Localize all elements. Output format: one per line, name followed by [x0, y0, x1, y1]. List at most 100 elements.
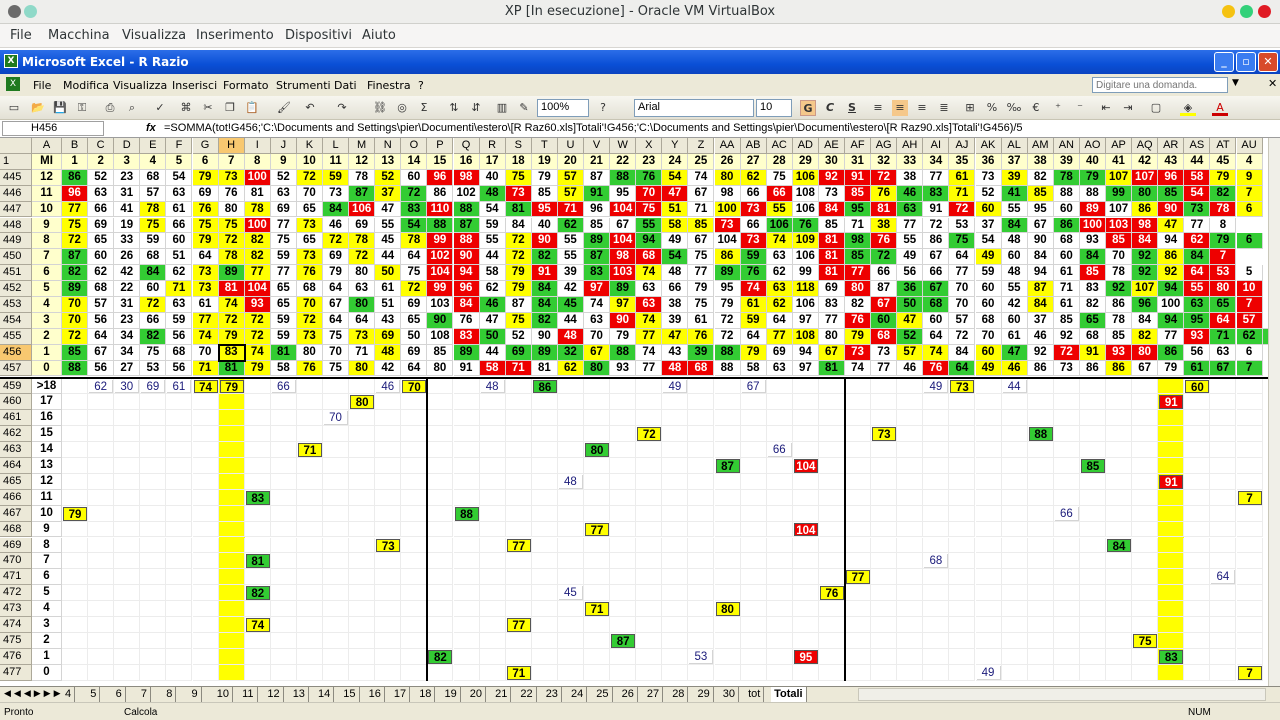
row-label-cell[interactable]: 4	[32, 297, 62, 313]
empty-cell[interactable]	[636, 601, 663, 617]
column-label-cell[interactable]: 22	[610, 153, 637, 170]
empty-cell[interactable]	[1184, 601, 1211, 617]
empty-cell[interactable]	[270, 473, 297, 490]
data-cell[interactable]: 57	[1236, 312, 1263, 329]
empty-cell[interactable]	[166, 585, 193, 602]
empty-cell[interactable]	[688, 553, 715, 570]
data-cell[interactable]: 99	[1106, 185, 1133, 202]
data-cell[interactable]: 75	[140, 217, 167, 234]
data-cell[interactable]: 52	[88, 169, 115, 186]
data-cell[interactable]: 73	[740, 233, 767, 250]
empty-cell[interactable]	[270, 505, 297, 522]
empty-cell[interactable]	[1236, 426, 1263, 443]
empty-cell[interactable]	[1236, 394, 1263, 411]
empty-cell[interactable]	[427, 505, 454, 522]
empty-cell[interactable]	[192, 648, 219, 665]
data-cell[interactable]: 7	[1237, 490, 1262, 505]
empty-cell[interactable]	[714, 521, 741, 538]
data-cell[interactable]: 72	[244, 328, 271, 345]
data-cell[interactable]: 79	[714, 297, 741, 313]
empty-cell[interactable]	[401, 489, 428, 506]
empty-cell[interactable]	[1079, 442, 1106, 458]
data-cell[interactable]: 106	[792, 249, 819, 266]
empty-cell[interactable]	[1027, 410, 1054, 427]
empty-cell[interactable]	[662, 489, 689, 506]
data-cell[interactable]: 62	[88, 265, 115, 282]
formula-input[interactable]: =SOMMA(tot!G456;'C:\Documents and Settin…	[164, 122, 1274, 134]
empty-cell[interactable]	[636, 410, 663, 427]
data-cell[interactable]: 82	[845, 297, 872, 313]
column-label-cell[interactable]: 10	[296, 153, 323, 170]
sheet-tab[interactable]: 11	[239, 687, 258, 702]
empty-cell[interactable]	[1053, 489, 1080, 506]
empty-cell[interactable]	[1027, 632, 1054, 649]
data-cell[interactable]: 80	[350, 395, 375, 410]
empty-cell[interactable]	[688, 537, 715, 554]
empty-cell[interactable]	[401, 505, 428, 522]
data-cell[interactable]: 86	[1158, 249, 1185, 266]
empty-cell[interactable]	[610, 569, 637, 586]
justify-icon[interactable]: ≣	[936, 100, 952, 116]
empty-cell[interactable]	[218, 505, 245, 522]
data-cell[interactable]: 72	[218, 233, 245, 250]
empty-cell[interactable]	[323, 458, 350, 474]
data-cell[interactable]: 73	[872, 427, 897, 442]
empty-cell[interactable]	[636, 521, 663, 538]
column-label-cell[interactable]: 11	[323, 153, 350, 170]
empty-cell[interactable]	[479, 410, 506, 427]
empty-cell[interactable]	[923, 617, 950, 633]
empty-cell[interactable]	[505, 410, 532, 427]
data-cell[interactable]: 74	[636, 344, 663, 361]
empty-cell[interactable]	[1079, 426, 1106, 443]
data-cell[interactable]: 79	[505, 281, 532, 297]
data-cell[interactable]: 64	[323, 281, 350, 297]
data-cell[interactable]: 39	[662, 312, 689, 329]
empty-cell[interactable]	[323, 394, 350, 411]
empty-cell[interactable]	[453, 442, 480, 458]
empty-cell[interactable]	[140, 537, 167, 554]
data-cell[interactable]: 31	[114, 185, 141, 202]
data-cell[interactable]: 60	[923, 312, 950, 329]
data-cell[interactable]: 59	[740, 249, 767, 266]
empty-cell[interactable]	[1210, 505, 1237, 522]
empty-cell[interactable]	[296, 426, 323, 443]
data-cell[interactable]: 79	[845, 328, 872, 345]
empty-cell[interactable]	[505, 569, 532, 586]
row-header[interactable]: 457	[0, 360, 32, 377]
empty-cell[interactable]	[662, 617, 689, 633]
data-cell[interactable]: 68	[140, 249, 167, 266]
print-icon[interactable]: ⎙	[102, 100, 118, 116]
empty-cell[interactable]	[401, 648, 428, 665]
empty-cell[interactable]	[1001, 473, 1028, 490]
empty-cell[interactable]	[166, 410, 193, 427]
data-cell[interactable]: 118	[792, 281, 819, 297]
empty-cell[interactable]	[845, 442, 872, 458]
empty-cell[interactable]	[662, 585, 689, 602]
data-cell[interactable]: 44	[557, 312, 584, 329]
empty-cell[interactable]	[557, 553, 584, 570]
data-cell[interactable]: 89	[584, 233, 611, 250]
data-cell[interactable]: 80	[714, 169, 741, 186]
empty-cell[interactable]	[453, 617, 480, 633]
data-cell[interactable]: 68	[688, 360, 715, 377]
data-cell[interactable]: 96	[62, 185, 89, 202]
empty-cell[interactable]	[349, 648, 376, 665]
data-cell[interactable]: 38	[897, 169, 924, 186]
data-cell[interactable]: 66	[740, 185, 767, 202]
data-cell[interactable]: 74	[636, 312, 663, 329]
empty-cell[interactable]	[1053, 458, 1080, 474]
data-cell[interactable]: 92	[1053, 328, 1080, 345]
empty-cell[interactable]	[557, 664, 584, 681]
empty-cell[interactable]	[88, 410, 115, 427]
data-cell[interactable]: 83	[245, 490, 270, 505]
data-cell[interactable]: 72	[923, 217, 950, 234]
data-cell[interactable]: 86	[62, 169, 89, 186]
data-cell[interactable]: 60	[88, 249, 115, 266]
data-cell[interactable]: 69	[375, 328, 402, 345]
data-cell[interactable]: 63	[636, 281, 663, 297]
data-cell[interactable]: 88	[610, 344, 637, 361]
data-cell[interactable]: 6	[1236, 233, 1263, 250]
empty-cell[interactable]	[610, 473, 637, 490]
data-cell[interactable]: 69	[141, 379, 166, 394]
empty-cell[interactable]	[1210, 458, 1237, 474]
